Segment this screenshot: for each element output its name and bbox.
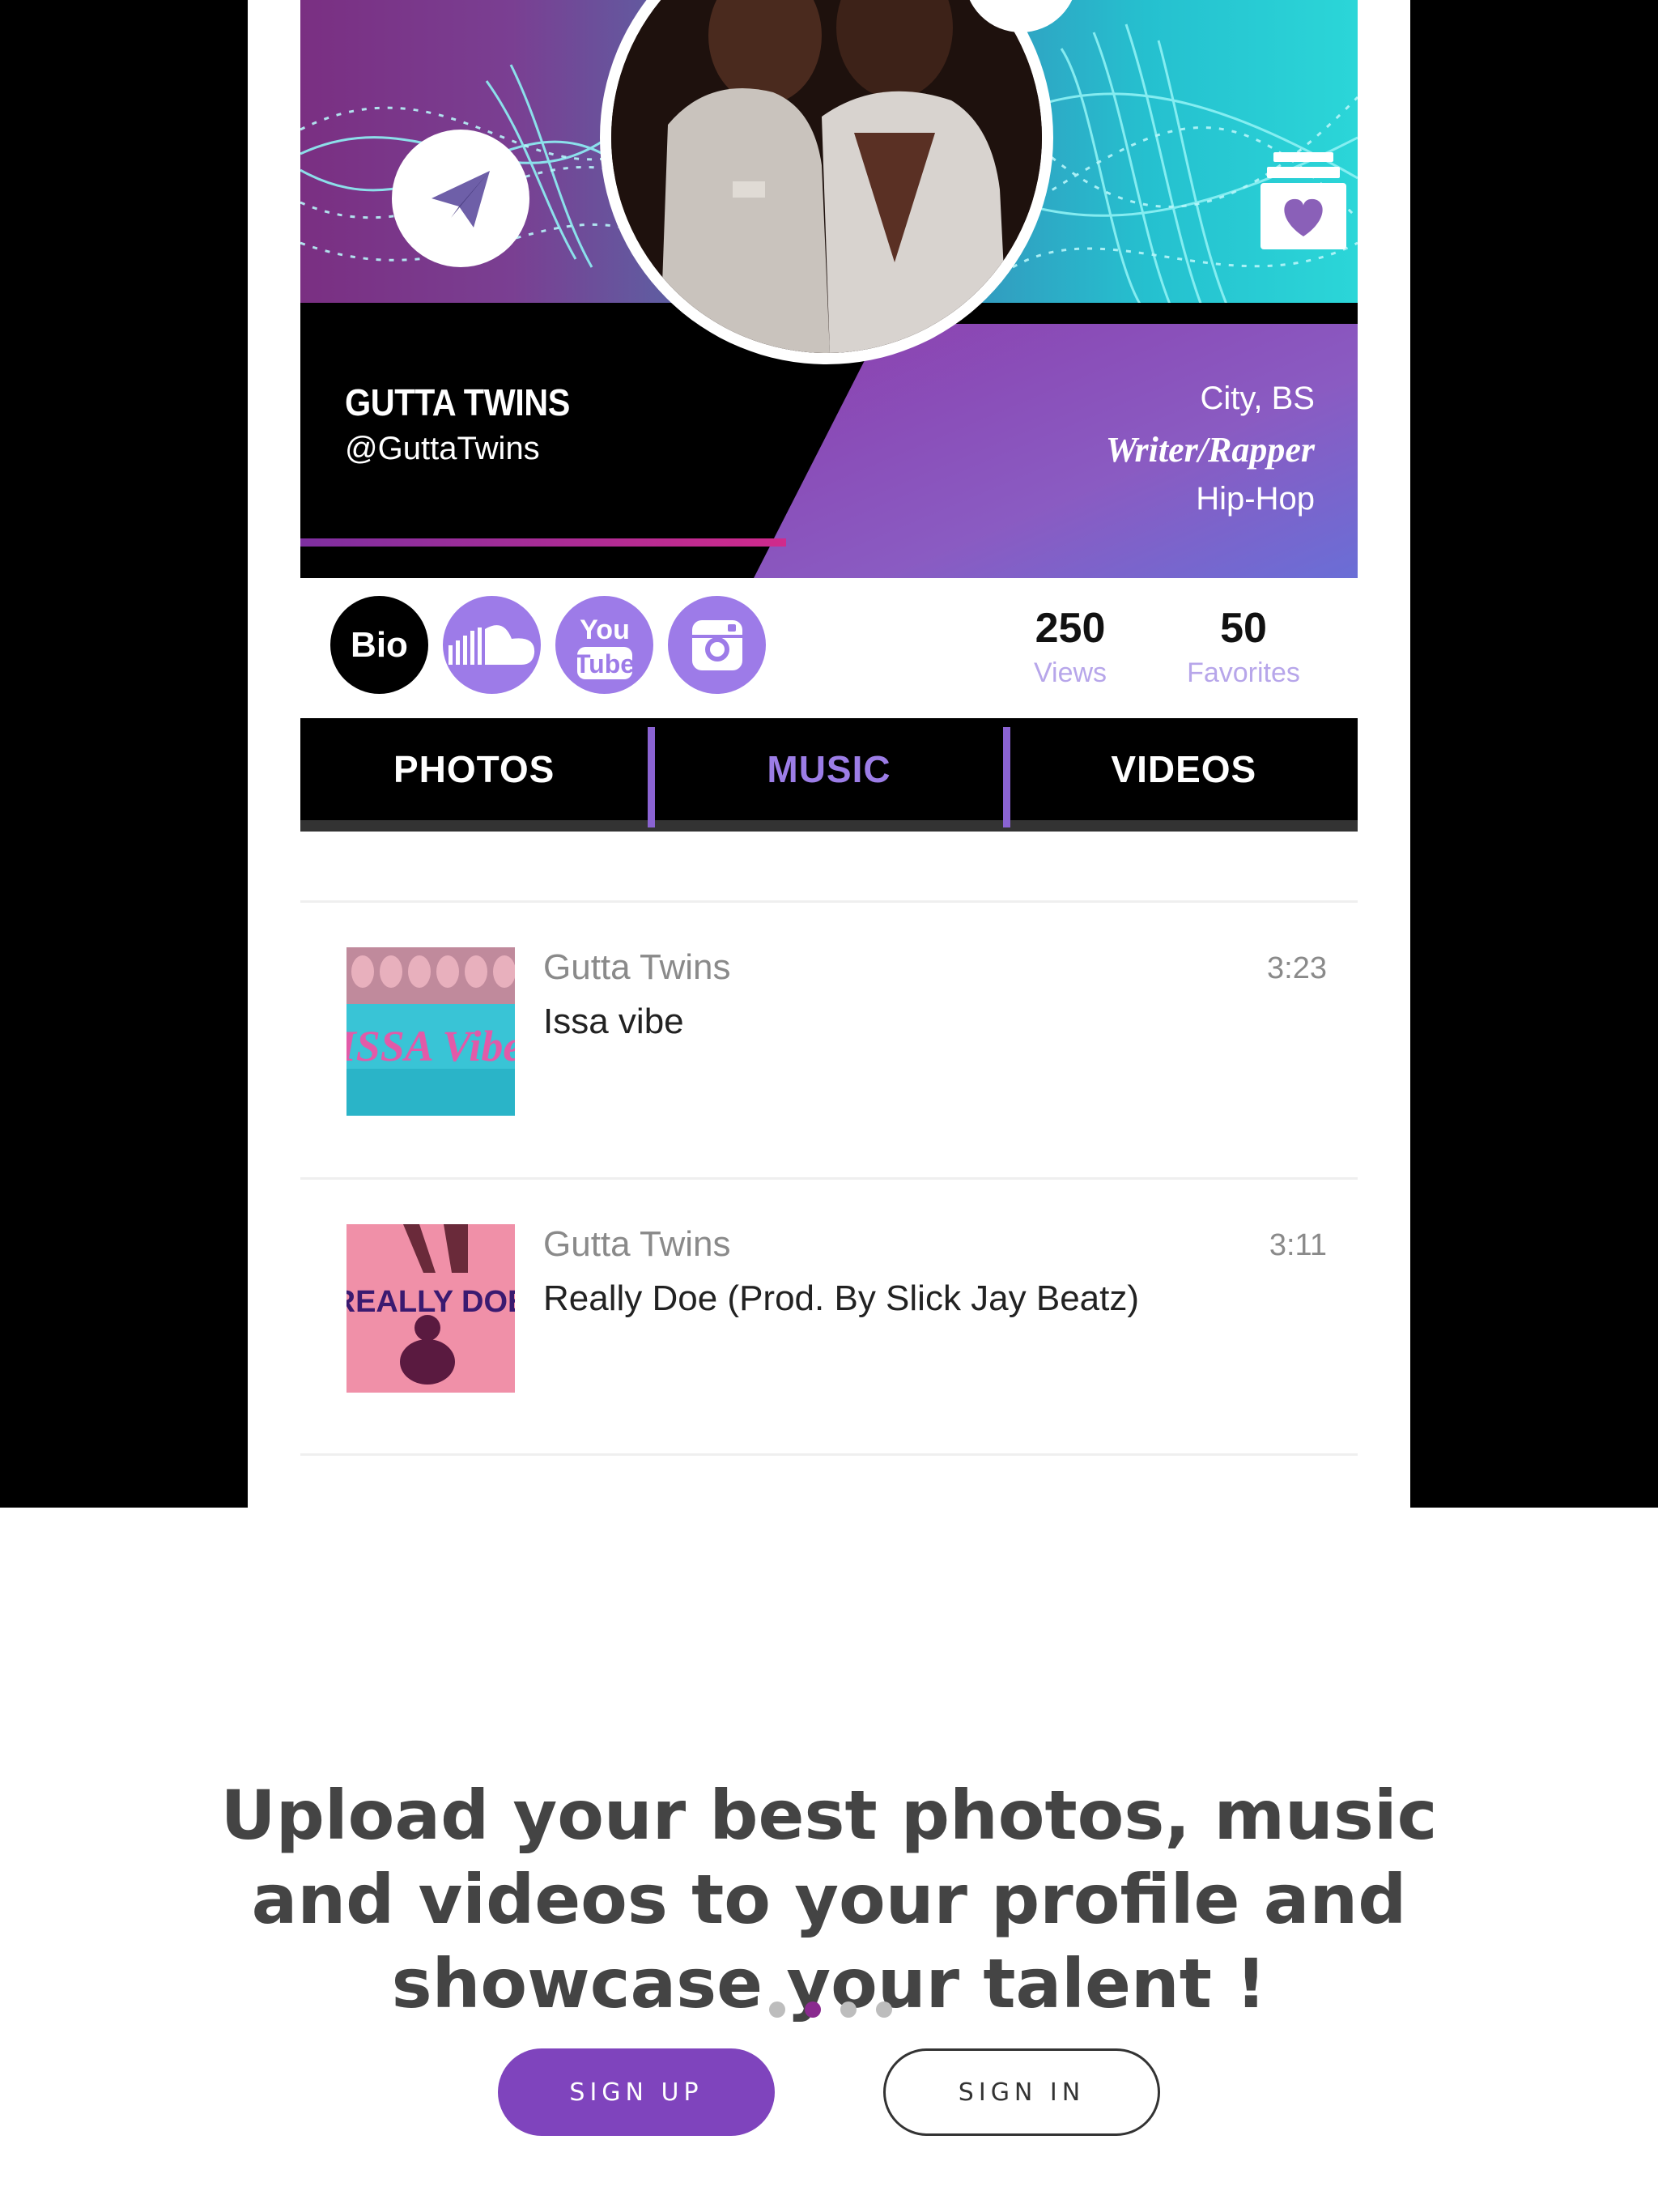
- track-row[interactable]: REALLY DOE Gutta Twins Really Doe (Prod.…: [300, 1180, 1358, 1423]
- right-letterbox: [1410, 0, 1658, 1508]
- avatar-photo: [611, 0, 1042, 353]
- album-art-really-doe: REALLY DOE: [346, 1224, 515, 1393]
- profile-header: GUTTA TWINS @GuttaTwins City, BS Writer/…: [300, 0, 1358, 578]
- svg-text:REALLY DOE: REALLY DOE: [346, 1285, 515, 1319]
- favorites-stat: 50 Favorites: [1163, 604, 1324, 689]
- onboarding-headline: Upload your best photos, music and video…: [0, 1773, 1658, 2026]
- headline-line: Upload your best photos, music: [220, 1776, 1438, 1855]
- send-message-button[interactable]: [392, 130, 529, 267]
- track-duration: 3:23: [1267, 951, 1327, 985]
- track-artist: Gutta Twins: [543, 947, 731, 987]
- youtube-icon: You Tube: [574, 615, 635, 679]
- views-count: 250: [1035, 605, 1106, 652]
- sign-up-button[interactable]: SIGN UP: [498, 2048, 775, 2136]
- artist-name: GUTTA TWINS: [345, 381, 570, 423]
- page-dot[interactable]: [840, 2001, 857, 2018]
- social-links: Bio You Tube: [330, 596, 766, 694]
- page-dot[interactable]: [769, 2001, 785, 2018]
- track-cover: REALLY DOE: [346, 1224, 515, 1393]
- media-tabs: PHOTOS MUSIC VIDEOS: [300, 718, 1358, 832]
- artist-handle: @GuttaTwins: [345, 431, 540, 466]
- paper-plane-icon: [432, 171, 490, 228]
- header-accent-strip: [300, 538, 786, 547]
- track-title: Really Doe (Prod. By Slick Jay Beatz): [543, 1278, 1140, 1318]
- track-duration: 3:11: [1269, 1228, 1327, 1262]
- headline-line: and videos to your profile and: [251, 1860, 1407, 1939]
- divider: [300, 1453, 1358, 1456]
- sign-in-button[interactable]: SIGN IN: [883, 2048, 1160, 2136]
- favorites-count: 50: [1220, 605, 1267, 652]
- artist-role: Writer/Rapper: [1105, 430, 1315, 470]
- page-indicator: [769, 2001, 892, 2018]
- bio-button[interactable]: Bio: [330, 596, 428, 694]
- soundcloud-icon: [448, 624, 534, 665]
- tab-divider: [648, 727, 656, 827]
- tab-music[interactable]: MUSIC: [655, 718, 1002, 820]
- track-row[interactable]: ISSA Vibe Gutta Twins Issa vibe 3:23: [300, 903, 1358, 1146]
- favorite-box-icon[interactable]: [1261, 152, 1346, 249]
- tab-videos[interactable]: VIDEOS: [1010, 718, 1358, 820]
- profile-preview: GUTTA TWINS @GuttaTwins City, BS Writer/…: [248, 0, 1410, 1508]
- track-title: Issa vibe: [543, 1002, 684, 1041]
- youtube-button[interactable]: You Tube: [555, 596, 653, 694]
- tab-divider: [1002, 727, 1010, 827]
- tab-photos[interactable]: PHOTOS: [300, 718, 648, 820]
- album-art-issa-vibe: ISSA Vibe: [346, 947, 515, 1116]
- instagram-icon: [691, 619, 742, 670]
- svg-text:ISSA Vibe: ISSA Vibe: [346, 1022, 515, 1070]
- track-cover: ISSA Vibe: [346, 947, 515, 1116]
- views-label: Views: [1033, 657, 1107, 688]
- views-stat: 250 Views: [989, 604, 1151, 689]
- instagram-button[interactable]: [668, 596, 766, 694]
- favorites-label: Favorites: [1187, 657, 1300, 688]
- bio-label: Bio: [351, 624, 408, 665]
- svg-text:Tube: Tube: [574, 649, 634, 678]
- soundcloud-button[interactable]: [443, 596, 541, 694]
- left-letterbox: [0, 0, 248, 1508]
- track-artist: Gutta Twins: [543, 1224, 731, 1264]
- artist-genre: Hip-Hop: [1196, 481, 1315, 517]
- artist-city: City, BS: [1200, 381, 1315, 416]
- avatar: [600, 0, 1053, 364]
- svg-text:You: You: [580, 615, 630, 645]
- page-dot[interactable]: [876, 2001, 892, 2018]
- page-dot-active[interactable]: [805, 2001, 821, 2018]
